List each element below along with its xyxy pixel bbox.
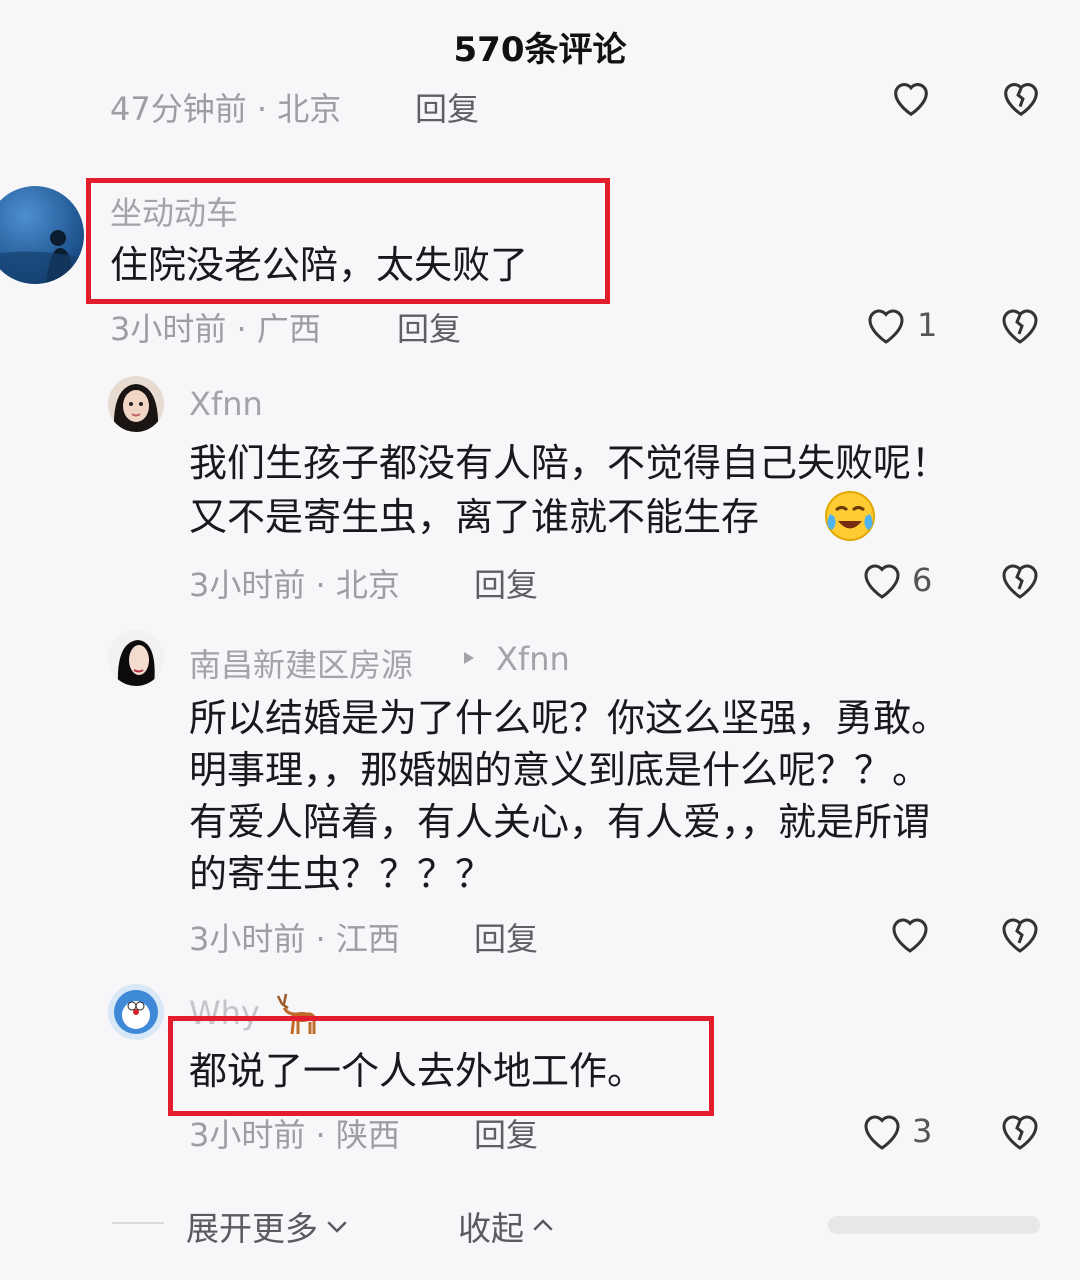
chevron-up-icon	[533, 1219, 553, 1231]
comment-username[interactable]: Xfnn	[189, 385, 263, 423]
comment-text: 都说了一个人去外地工作。	[189, 1049, 646, 1093]
collapse-button[interactable]: 收起	[458, 1202, 558, 1250]
broken-heart-icon[interactable]	[998, 82, 1044, 120]
previous-comment-meta-row: 47分钟前 · 北京 回复	[0, 82, 1080, 124]
comment-text-line: 所以结婚是为了什么呢？你这么坚强，勇敢。	[189, 696, 950, 740]
comment-text-line: 又不是寄生虫，离了谁就不能生存	[189, 495, 760, 539]
comment-meta: 3小时前 · 陕西	[189, 1116, 400, 1152]
broken-heart-icon[interactable]	[996, 555, 1044, 603]
reply-button[interactable]: 回复	[397, 304, 461, 350]
watermark-bar	[828, 1216, 1040, 1234]
reply-button[interactable]: 回复	[474, 914, 538, 960]
heart-icon[interactable]	[888, 82, 934, 120]
comment-username[interactable]: Why	[189, 994, 260, 1032]
comment-username[interactable]: 南昌新建区房源	[189, 640, 413, 686]
reply-arrow-icon	[464, 652, 474, 664]
reply-button[interactable]: 回复	[474, 1116, 538, 1152]
divider	[112, 1222, 164, 1224]
heart-icon[interactable]	[886, 909, 934, 957]
broken-heart-icon[interactable]	[996, 300, 1044, 348]
heart-icon[interactable]	[858, 555, 906, 603]
crying-laughing-face-icon	[825, 491, 875, 541]
comment-text: 住院没老公陪，太失败了	[110, 243, 529, 287]
comments-title: 570条评论	[453, 30, 627, 70]
like-count: 1	[917, 306, 938, 344]
heart-icon[interactable]	[858, 1106, 906, 1154]
reply-button[interactable]: 回复	[415, 84, 479, 124]
collapse-label: 收起	[458, 1209, 524, 1248]
expand-more-button[interactable]: 展开更多	[186, 1202, 352, 1250]
reply-button[interactable]: 回复	[474, 560, 538, 606]
comment-meta: 3小时前 · 广西	[110, 310, 321, 348]
comment-text-line: 有爱人陪着，有人关心，有人爱，，就是所谓	[189, 800, 931, 844]
comment-text-line: 的寄生虫？？？？	[189, 852, 494, 896]
like-count: 3	[912, 1112, 933, 1150]
avatar[interactable]	[0, 186, 84, 284]
avatar[interactable]	[108, 984, 164, 1040]
comment-username[interactable]: 坐动动车	[110, 188, 238, 234]
comment-text-line: 我们生孩子都没有人陪，不觉得自己失败呢！	[189, 441, 950, 485]
deer-icon	[276, 993, 316, 1035]
comment-meta: 3小时前 · 北京	[189, 566, 400, 604]
heart-icon[interactable]	[862, 300, 910, 348]
like-count: 6	[912, 561, 933, 599]
comment-meta-row-clipped: 3小时前 · 陕西 回复	[180, 1116, 540, 1152]
reply-to-username[interactable]: Xfnn	[496, 640, 570, 678]
comment-meta: 47分钟前 · 北京	[110, 90, 342, 124]
expand-more-label: 展开更多	[186, 1209, 318, 1248]
avatar[interactable]	[108, 630, 164, 686]
comment-text-line: 明事理，，那婚姻的意义到底是什么呢？？。	[189, 748, 931, 792]
comment-meta: 3小时前 · 江西	[189, 920, 400, 958]
avatar[interactable]	[108, 376, 164, 432]
chevron-down-icon	[327, 1221, 347, 1233]
broken-heart-icon[interactable]	[996, 1106, 1044, 1154]
broken-heart-icon[interactable]	[996, 909, 1044, 957]
